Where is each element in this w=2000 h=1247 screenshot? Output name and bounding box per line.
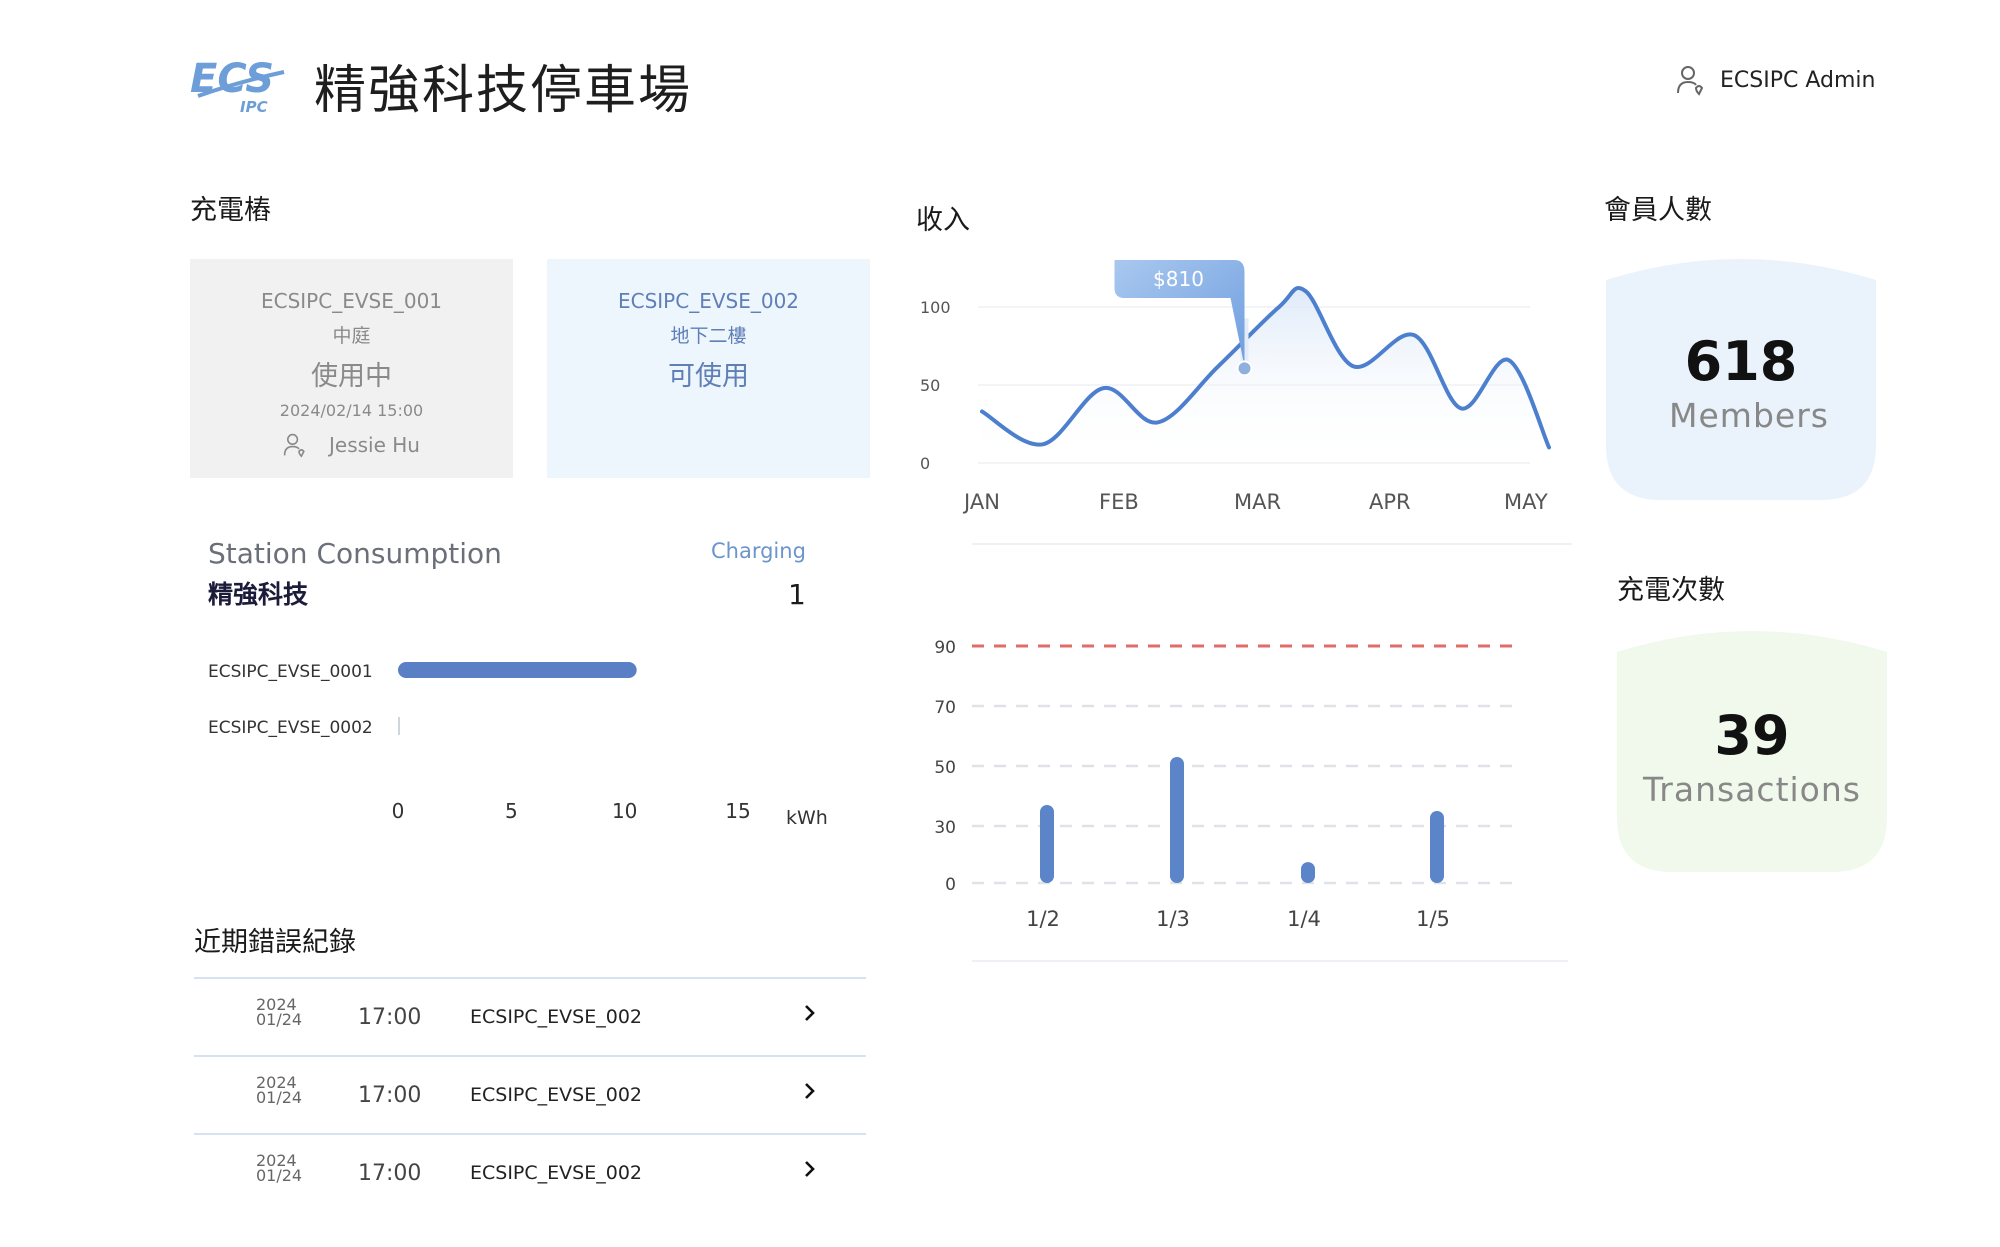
error-charger: ECSIPC_EVSE_002	[470, 1084, 642, 1106]
divider	[972, 960, 1568, 962]
x-tick-label: MAY	[1504, 490, 1548, 514]
x-axis-unit: kWh	[786, 807, 828, 829]
error-row[interactable]: 2024 01/24 17:00 ECSIPC_EVSE_002	[194, 1055, 866, 1133]
user-icon	[1677, 66, 1704, 96]
x-tick-label: 15	[725, 799, 750, 823]
x-tick-label: MAR	[1234, 490, 1281, 514]
x-tick-label: 10	[612, 799, 637, 823]
y-tick-label: 90	[934, 638, 956, 658]
y-tick-label: 30	[934, 818, 956, 838]
x-tick-label: APR	[1369, 490, 1411, 514]
x-tick-label: 0	[392, 799, 405, 823]
revenue-chart: 0 50 100 JAN FEB MAR APR MAY $810	[920, 260, 1551, 514]
revenue-title: 收入	[916, 205, 970, 236]
daily-bar	[1301, 862, 1315, 883]
transactions-card: 39 Transactions	[1617, 622, 1887, 872]
y-tick-label: 50	[920, 376, 940, 395]
x-tick-label: JAN	[962, 490, 1000, 514]
charger-card-001[interactable]: ECSIPC_EVSE_001 中庭 使用中 2024/02/14 15:00 …	[190, 259, 513, 478]
error-row[interactable]: 2024 01/24 17:00 ECSIPC_EVSE_002	[194, 1133, 866, 1211]
page-title: 精強科技停車場	[314, 61, 693, 121]
chevron-right-icon[interactable]	[802, 1001, 818, 1025]
chargers-title: 充電樁	[190, 195, 271, 226]
charger-location: 地下二樓	[670, 325, 747, 347]
x-tick-label: 1/4	[1287, 907, 1321, 931]
station-consumption-title: Station Consumption	[208, 537, 502, 570]
x-tick-label: 5	[505, 799, 518, 823]
tooltip-value: $810	[1153, 267, 1204, 291]
ecs-ipc-logo: ECS IPC	[190, 56, 285, 114]
bar-category-label: ECSIPC_EVSE_0001	[208, 662, 373, 682]
bar-category-label: ECSIPC_EVSE_0002	[208, 718, 373, 738]
daily-bar	[1040, 805, 1054, 883]
error-charger: ECSIPC_EVSE_002	[470, 1006, 642, 1028]
station-consumption-chart: ECSIPC_EVSE_0001 ECSIPC_EVSE_0002 0 5 10 15 kW…	[208, 662, 828, 829]
error-time: 17:00	[358, 1005, 422, 1030]
x-tick-label: 1/3	[1156, 907, 1190, 931]
user-icon	[283, 433, 305, 458]
consumption-bar	[398, 717, 400, 735]
transactions-count: 39	[1714, 704, 1790, 767]
svg-text:IPC: IPC	[240, 98, 268, 114]
tooltip-point	[1236, 360, 1253, 377]
charger-status: 可使用	[668, 361, 749, 392]
charging-label: Charging	[711, 539, 806, 563]
members-label: Members	[1669, 396, 1829, 435]
x-tick-label: 1/5	[1416, 907, 1450, 931]
error-date: 2024 01/24	[256, 1151, 303, 1185]
members-title: 會員人數	[1604, 195, 1712, 226]
charger-card-002[interactable]: ECSIPC_EVSE_002 地下二樓 可使用	[547, 259, 870, 478]
y-tick-label: 0	[945, 875, 956, 895]
error-row[interactable]: 2024 01/24 17:00 ECSIPC_EVSE_002	[194, 977, 866, 1055]
charger-status: 使用中	[311, 361, 392, 392]
transactions-label: Transactions	[1643, 770, 1861, 809]
error-charger: ECSIPC_EVSE_002	[470, 1162, 642, 1184]
error-time: 17:00	[358, 1161, 422, 1186]
transactions-title: 充電次數	[1617, 575, 1725, 606]
y-tick-label: 70	[934, 698, 956, 718]
members-card: 618 Members	[1606, 250, 1876, 500]
user-menu[interactable]: ECSIPC Admin	[1676, 64, 1875, 96]
user-name: ECSIPC Admin	[1720, 67, 1876, 93]
chevron-right-icon[interactable]	[802, 1079, 818, 1103]
x-tick-label: FEB	[1099, 490, 1139, 514]
charging-count: 1	[788, 578, 806, 611]
charger-time: 2024/02/14 15:00	[279, 401, 424, 420]
station-name: 精強科技	[208, 580, 309, 609]
consumption-bar	[398, 662, 637, 678]
charger-location: 中庭	[332, 325, 371, 347]
divider	[972, 543, 1572, 545]
daily-bar	[1170, 757, 1184, 883]
charger-name: ECSIPC_EVSE_002	[617, 289, 800, 313]
error-records-title: 近期錯誤紀錄	[194, 927, 356, 958]
y-tick-label: 0	[920, 454, 930, 473]
error-list: 2024 01/24 17:00 ECSIPC_EVSE_002 2024 01/2…	[194, 977, 866, 1211]
daily-bar-chart: 0 30 50 70 90 1/2 1/3 1/4 1/5	[934, 638, 1516, 931]
x-tick-label: 1/2	[1026, 907, 1060, 931]
daily-bar	[1430, 811, 1444, 883]
revenue-area	[982, 287, 1549, 463]
charger-user-name: Jessie Hu	[329, 433, 420, 457]
error-date: 2024 01/24	[256, 995, 303, 1029]
error-time: 17:00	[358, 1083, 422, 1108]
y-tick-label: 100	[920, 298, 951, 317]
y-tick-label: 50	[934, 758, 956, 778]
members-count: 618	[1684, 330, 1798, 393]
charger-user: Jessie Hu	[190, 432, 513, 458]
charger-name: ECSIPC_EVSE_001	[260, 289, 443, 313]
error-date: 2024 01/24	[256, 1073, 303, 1107]
chevron-right-icon[interactable]	[802, 1157, 818, 1181]
